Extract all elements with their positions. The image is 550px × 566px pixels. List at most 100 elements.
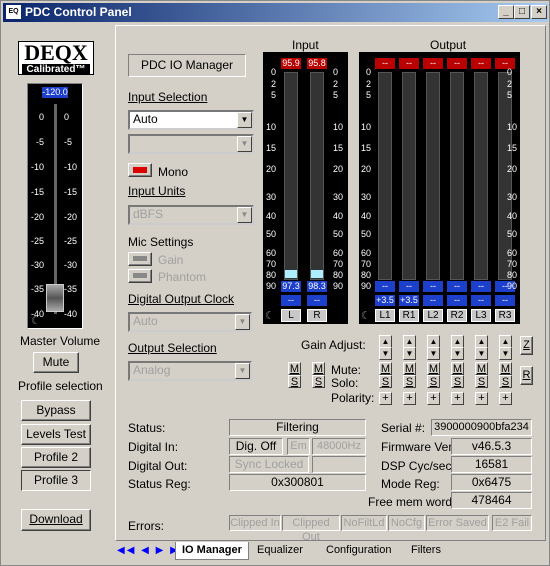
output-channel-label: R2: [447, 309, 467, 322]
minimize-button[interactable]: _: [498, 5, 514, 19]
input-l-mute-button[interactable]: M: [288, 362, 301, 375]
volume-slider-thumb[interactable]: [46, 284, 64, 312]
output-tick-left: 0: [365, 67, 371, 77]
input-level-fill: [311, 270, 323, 278]
input-tick-right: 80: [333, 270, 344, 280]
gain-down-button[interactable]: ▼: [427, 347, 440, 360]
input-units-dropdown[interactable]: dBFS ▼: [128, 205, 254, 225]
output-peak-value: --: [375, 58, 395, 69]
master-tick-right: -20: [64, 212, 78, 222]
profile-bypass-button[interactable]: Bypass: [21, 400, 91, 421]
free-mem-value: 478464: [451, 492, 532, 509]
input-tick-right: 30: [333, 192, 344, 202]
output-tick-right: 60: [507, 248, 518, 258]
output-extra-value: --: [423, 281, 443, 292]
output-selection-dropdown[interactable]: Analog ▼: [128, 361, 252, 381]
output-mute-button[interactable]: M: [499, 362, 512, 375]
error-indicator: NoCfg: [388, 515, 425, 531]
mono-toggle[interactable]: [128, 163, 152, 177]
output-solo-button[interactable]: S: [403, 375, 416, 388]
master-tick-right: -25: [64, 236, 78, 246]
tab-equalizer[interactable]: Equalizer: [251, 542, 309, 560]
master-tick-left: -25: [30, 236, 44, 246]
gain-down-button[interactable]: ▼: [379, 347, 392, 360]
output-solo-button[interactable]: S: [499, 375, 512, 388]
output-meter-title: Output: [430, 38, 467, 52]
output-tick-right: 0: [507, 67, 513, 77]
output-peak-value: --: [471, 58, 491, 69]
output-tick-left: 60: [360, 248, 371, 258]
gain-down-button[interactable]: ▼: [451, 347, 464, 360]
tab-filters[interactable]: Filters: [405, 542, 447, 560]
polarity-button[interactable]: +: [451, 392, 464, 405]
polarity-button[interactable]: +: [499, 392, 512, 405]
polarity-button[interactable]: +: [403, 392, 416, 405]
z-button[interactable]: Z: [520, 336, 533, 355]
logo-subtext: Calibrated™: [22, 64, 90, 75]
tab-io-manager[interactable]: IO Manager: [175, 542, 249, 560]
mic-settings-label: Mic Settings: [128, 235, 194, 249]
polarity-button[interactable]: +: [427, 392, 440, 405]
output-tick-left: 5: [365, 90, 371, 100]
output-level-value: +3.5: [375, 295, 395, 306]
input-tick-left: 10: [265, 122, 276, 132]
output-channel-label: L3: [471, 309, 491, 322]
gain-down-button[interactable]: ▼: [403, 347, 416, 360]
output-mute-button[interactable]: M: [475, 362, 488, 375]
master-tick-left: -20: [30, 212, 44, 222]
input-r-mute-button[interactable]: M: [312, 362, 325, 375]
chevron-down-icon: ▼: [237, 136, 252, 152]
phantom-toggle[interactable]: [128, 269, 152, 283]
volume-track: [54, 104, 57, 314]
output-tick-left: 50: [360, 229, 371, 239]
output-selection-value: Analog: [133, 363, 171, 377]
input-l-solo-button[interactable]: S: [288, 375, 301, 388]
input-level-bar: [310, 72, 324, 280]
profile-2-button[interactable]: Profile 2: [21, 447, 91, 468]
error-indicator: Clipped Out: [282, 515, 340, 543]
output-solo-button[interactable]: S: [475, 375, 488, 388]
gain-down-button[interactable]: ▼: [499, 347, 512, 360]
mute-button[interactable]: Mute: [33, 352, 79, 373]
polarity-button[interactable]: +: [379, 392, 392, 405]
master-tick-left: 0: [38, 112, 44, 122]
r-button[interactable]: R: [520, 366, 533, 385]
master-tick-right: -10: [64, 162, 78, 172]
input-selection-dropdown[interactable]: Auto ▼: [128, 110, 254, 130]
error-indicator: NoFiltLd: [341, 515, 387, 531]
output-mute-button[interactable]: M: [451, 362, 464, 375]
sample-rate-value: 48000Hz: [312, 438, 366, 455]
output-solo-button[interactable]: S: [451, 375, 464, 388]
profile-levels-test-button[interactable]: Levels Test: [21, 424, 91, 445]
dsp-label: DSP Cyc/sec:: [381, 459, 455, 473]
maximize-button[interactable]: □: [514, 5, 530, 19]
chevron-down-icon: ▼: [235, 363, 250, 379]
output-level-value: --: [495, 295, 515, 306]
tab-configuration[interactable]: Configuration: [320, 542, 397, 560]
profile-3-button[interactable]: Profile 3: [21, 470, 91, 491]
io-manager-title: PDC IO Manager: [128, 54, 246, 77]
master-tick-right: -40: [64, 309, 78, 319]
output-mute-button[interactable]: M: [379, 362, 392, 375]
digital-output-clock-dropdown[interactable]: Auto ▼: [128, 312, 252, 332]
polarity-label: Polarity:: [331, 391, 375, 405]
gain-label: Gain: [158, 253, 184, 267]
input-r-solo-button[interactable]: S: [312, 375, 325, 388]
output-solo-button[interactable]: S: [427, 375, 440, 388]
input-extra-value: --: [307, 295, 327, 306]
close-button[interactable]: ×: [531, 5, 547, 19]
mute-label: Mute:: [331, 363, 362, 377]
polarity-button[interactable]: +: [475, 392, 488, 405]
chevron-down-icon: ▼: [237, 112, 252, 128]
download-button[interactable]: Download: [21, 509, 91, 531]
output-knob-icon: ☾: [361, 310, 371, 322]
output-tick-left: 70: [360, 259, 371, 269]
input-tick-right: 15: [333, 143, 344, 153]
gain-toggle[interactable]: [128, 252, 152, 266]
output-solo-button[interactable]: S: [379, 375, 392, 388]
output-mute-button[interactable]: M: [403, 362, 416, 375]
output-mute-button[interactable]: M: [427, 362, 440, 375]
master-tick-left: -40: [30, 309, 44, 319]
gain-down-button[interactable]: ▼: [475, 347, 488, 360]
input-source-dropdown[interactable]: ▼: [128, 134, 254, 154]
